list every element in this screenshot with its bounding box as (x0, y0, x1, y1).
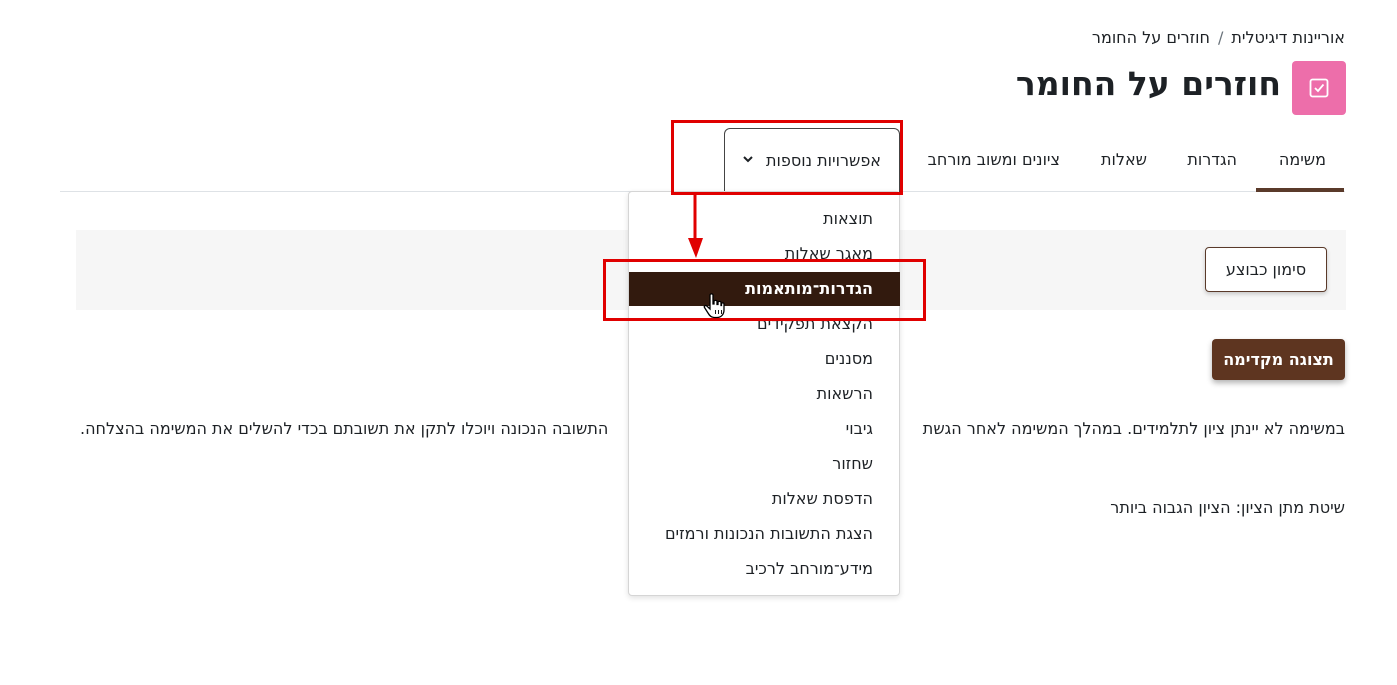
menu-item-permissions[interactable]: הרשאות (817, 384, 873, 403)
menu-item-filters[interactable]: מסננים (825, 349, 873, 368)
menu-item-restore[interactable]: שחזור (832, 454, 873, 473)
mark-done-button[interactable]: סימון כבוצע (1205, 247, 1327, 292)
grading-method-text: שיטת מתן הציון: הציון הגבוה ביותר (1110, 498, 1345, 517)
breadcrumb: אוריינות דיגיטלית / חוזרים על החומר (1092, 28, 1345, 47)
more-options-dropdown: תוצאות מאגר שאלות הגדרות־מותאמות הקצאת ת… (628, 191, 900, 596)
breadcrumb-current: חוזרים על החומר (1091, 28, 1210, 47)
breadcrumb-course-link[interactable]: אוריינות דיגיטלית (1231, 28, 1345, 47)
tab-active-indicator (1256, 188, 1344, 192)
hand-pointer-cursor-icon (703, 293, 725, 319)
annotation-box-more-options (671, 120, 903, 195)
menu-item-backup[interactable]: גיבוי (846, 419, 873, 438)
menu-item-extended-info[interactable]: מידע־מורחב לרכיב (746, 559, 873, 578)
preview-button[interactable]: תצוגה מקדימה (1212, 339, 1345, 380)
tab-questions[interactable]: שאלות (1101, 150, 1147, 169)
breadcrumb-separator: / (1217, 28, 1224, 47)
menu-item-results[interactable]: תוצאות (823, 209, 873, 228)
tab-grades-feedback[interactable]: ציונים ומשוב מורחב (928, 150, 1060, 169)
annotation-arrow-icon (688, 194, 703, 258)
description-text-right: במשימה לא יינתן ציון לתלמידים. במהלך המש… (922, 419, 1345, 438)
description-text-left: התשובה הנכונה ויוכלו לתקן את תשובתם בכדי… (80, 419, 609, 438)
assignment-check-icon (1292, 61, 1346, 115)
annotation-box-custom-settings (603, 259, 926, 321)
tab-settings[interactable]: הגדרות (1187, 150, 1237, 169)
menu-item-print-questions[interactable]: הדפסת שאלות (772, 489, 873, 508)
menu-item-show-answers-hints[interactable]: הצגת התשובות הנכונות ורמזים (665, 524, 873, 543)
page-title: חוזרים על החומר (1015, 64, 1281, 103)
tab-assignment[interactable]: משימה (1279, 150, 1326, 169)
